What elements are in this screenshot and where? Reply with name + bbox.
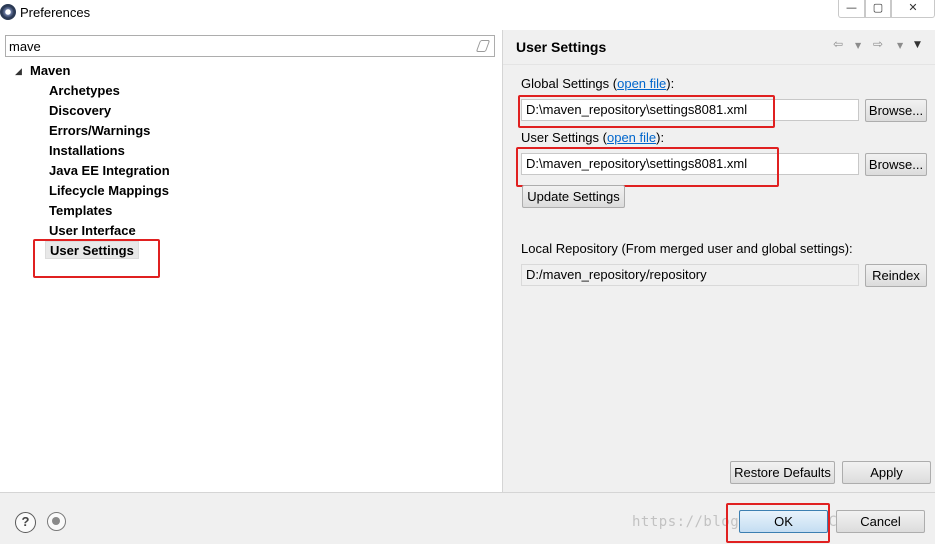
user-settings-open-file-link[interactable]: open file <box>607 130 656 145</box>
tree-item-user-settings[interactable]: User Settings <box>45 241 139 259</box>
cancel-button[interactable]: Cancel <box>836 510 925 533</box>
ok-button[interactable]: OK <box>739 510 828 533</box>
maximize-button[interactable]: ▢ <box>865 0 891 18</box>
filter-box <box>5 35 495 57</box>
tree-item-user-interface[interactable]: User Interface <box>45 222 140 240</box>
tree-item-maven[interactable]: ◢ Maven <box>15 63 70 81</box>
user-settings-field[interactable]: D:\maven_repository\settings8081.xml <box>521 153 859 175</box>
reindex-button[interactable]: Reindex <box>865 264 927 287</box>
global-settings-label: Global Settings (open file): <box>521 76 675 91</box>
local-repository-label: Local Repository (From merged user and g… <box>521 241 853 256</box>
user-settings-label: User Settings (open file): <box>521 130 665 145</box>
local-repository-field: D:/maven_repository/repository <box>521 264 859 286</box>
tree-item-installations[interactable]: Installations <box>45 142 129 160</box>
tree-item-archetypes[interactable]: Archetypes <box>45 82 124 100</box>
update-settings-button[interactable]: Update Settings <box>522 185 625 208</box>
tree-item-errors-warnings[interactable]: Errors/Warnings <box>45 122 154 140</box>
back-arrow-icon[interactable]: ⇦ <box>833 37 843 53</box>
apply-button[interactable]: Apply <box>842 461 931 484</box>
global-settings-field[interactable]: D:\maven_repository\settings8081.xml <box>521 99 859 121</box>
filter-input[interactable] <box>9 38 469 54</box>
restore-defaults-button[interactable]: Restore Defaults <box>730 461 835 484</box>
preference-page: User Settings ⇦ ▼ ⇨ ▼ ▼ Global Settings … <box>503 30 935 492</box>
clear-filter-icon[interactable] <box>475 40 491 52</box>
title-bar: Preferences — ▢ ✕ <box>0 0 935 27</box>
page-title: User Settings <box>516 39 607 55</box>
title-separator <box>503 64 935 65</box>
global-settings-open-file-link[interactable]: open file <box>617 76 666 91</box>
window-title: Preferences <box>20 5 91 20</box>
eclipse-app-icon <box>0 4 16 20</box>
tree-item-java-ee-integration[interactable]: Java EE Integration <box>45 162 174 180</box>
dialog-footer: ? https://blog.csdn.net/CCKA OK Cancel <box>0 493 935 544</box>
preferences-tree-pane: ◢Maven Archetypes Discovery Errors/Warni… <box>0 30 502 492</box>
import-export-icon[interactable] <box>47 512 66 531</box>
view-menu-icon[interactable]: ▼ <box>914 40 921 56</box>
back-history-dropdown-icon[interactable]: ▼ <box>855 41 861 57</box>
collapse-toggle-icon[interactable]: ◢ <box>15 66 27 77</box>
user-browse-button[interactable]: Browse... <box>865 153 927 176</box>
global-browse-button[interactable]: Browse... <box>865 99 927 122</box>
close-button[interactable]: ✕ <box>891 0 935 18</box>
tree-item-label: Maven <box>30 63 71 78</box>
minimize-button[interactable]: — <box>838 0 865 18</box>
tree-item-discovery[interactable]: Discovery <box>45 102 115 120</box>
help-icon[interactable]: ? <box>15 512 36 533</box>
forward-history-dropdown-icon[interactable]: ▼ <box>897 41 903 57</box>
tree-item-lifecycle-mappings[interactable]: Lifecycle Mappings <box>45 182 173 200</box>
tree-item-templates[interactable]: Templates <box>45 202 116 220</box>
forward-arrow-icon[interactable]: ⇨ <box>873 37 883 53</box>
